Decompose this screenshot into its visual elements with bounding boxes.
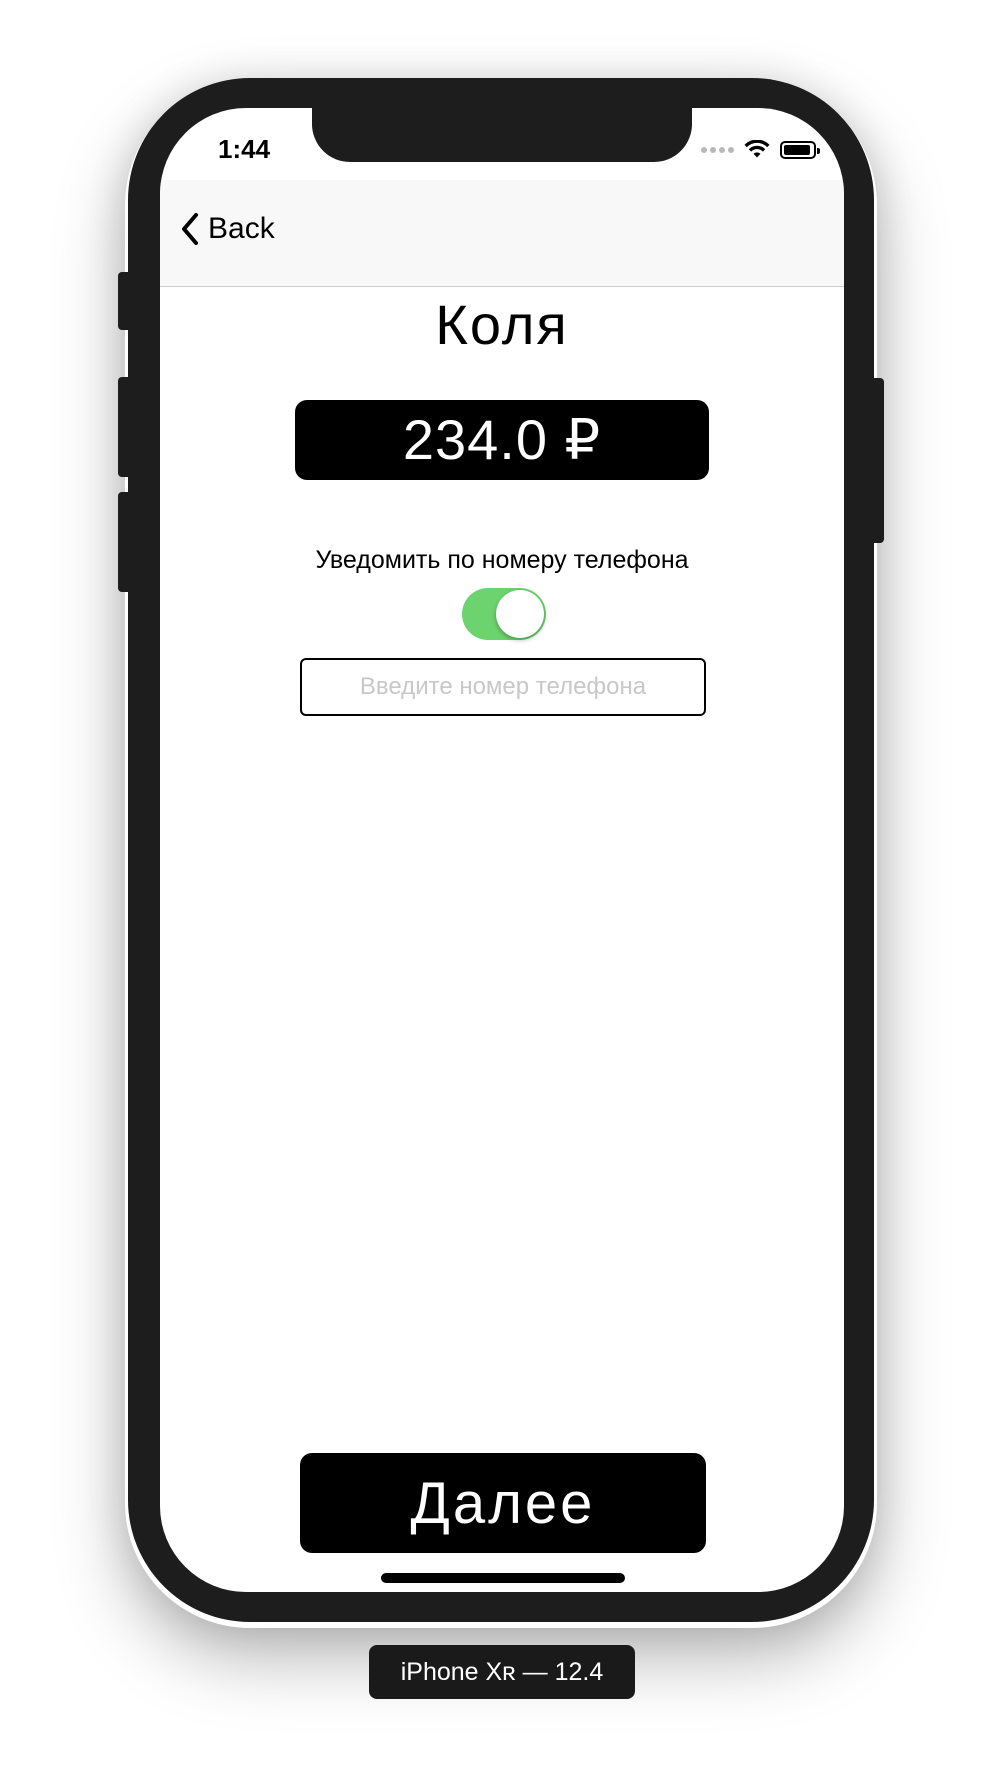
status-time: 1:44 (218, 134, 271, 164)
back-button[interactable]: Back (180, 212, 275, 246)
navigation-bar: Back (160, 180, 844, 287)
amount-display: 234.0 ₽ (295, 400, 709, 480)
notify-by-phone-label: Уведомить по номеру телефона (315, 546, 689, 574)
amount-value: 234.0 ₽ (402, 408, 602, 471)
wifi-icon (744, 140, 770, 158)
device-screen: 1:44 Back Коля 234.0 ₽ Уведомить по номе… (160, 108, 844, 1592)
signal-dots-icon (701, 147, 734, 153)
back-label: Back (208, 212, 275, 245)
notch (312, 108, 692, 162)
next-button[interactable]: Далее (300, 1453, 706, 1553)
toggle-knob (496, 590, 544, 638)
home-indicator (381, 1573, 625, 1583)
battery-icon (780, 141, 820, 159)
phone-number-input[interactable] (300, 658, 706, 716)
chevron-left-icon (182, 213, 198, 245)
notify-toggle[interactable] (462, 588, 546, 640)
simulator-device-label: iPhone Xʀ — 12.4 (369, 1645, 635, 1699)
recipient-name: Коля (435, 293, 569, 356)
status-icons (701, 138, 820, 162)
